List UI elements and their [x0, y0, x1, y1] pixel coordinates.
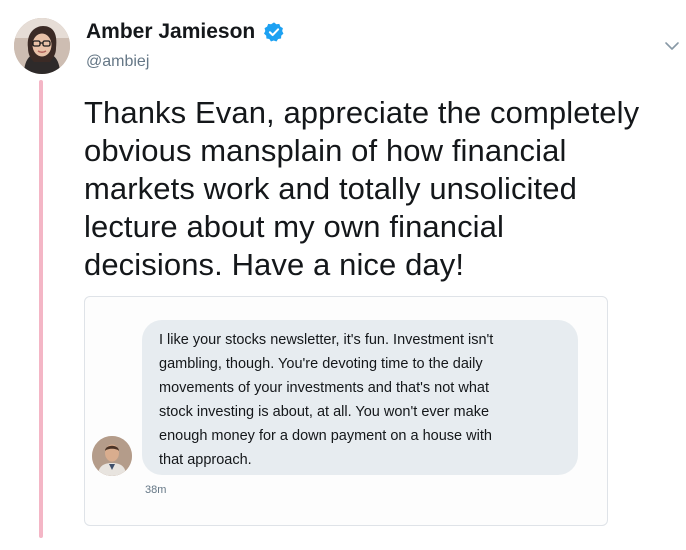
tweet-text-line: decisions. Have a nice day!: [84, 247, 465, 282]
message-line: gambling, though. You're devoting time t…: [159, 356, 483, 372]
author-name-text: Amber Jamieson: [86, 20, 256, 43]
message-line: that approach.: [159, 452, 252, 468]
message-line: enough money for a down payment on a hou…: [159, 428, 492, 444]
sender-avatar-image: [92, 436, 132, 476]
message-timestamp: 38m: [145, 484, 167, 496]
avatar-image: [14, 18, 70, 74]
message-line: stock investing is about, at all. You wo…: [159, 404, 490, 420]
message-line: movements of your investments and that's…: [159, 380, 489, 396]
attached-image-card[interactable]: I like your stocks newsletter, it's fun.…: [84, 296, 608, 526]
message-line: I like your stocks newsletter, it's fun.…: [159, 332, 494, 348]
tweet-text-line: Thanks Evan, appreciate the completely: [84, 95, 640, 130]
tweet-text-line: lecture about my own financial: [84, 209, 505, 244]
tweet-text-line: obvious mansplain of how financial: [84, 133, 567, 168]
thread-line: [39, 80, 43, 538]
message-bubble: I like your stocks newsletter, it's fun.…: [142, 320, 578, 475]
tweet-text: Thanks Evan, appreciate the completely o…: [84, 94, 680, 284]
author-handle[interactable]: @ambiej: [86, 53, 149, 71]
chevron-down-icon[interactable]: [664, 38, 680, 54]
message-text: I like your stocks newsletter, it's fun.…: [159, 328, 562, 472]
author-avatar[interactable]: [14, 18, 70, 74]
sender-avatar: [92, 436, 132, 476]
verified-badge-icon: [264, 22, 284, 42]
tweet-text-line: markets work and totally unsolicited: [84, 171, 577, 206]
author-name[interactable]: Amber Jamieson: [86, 20, 285, 44]
